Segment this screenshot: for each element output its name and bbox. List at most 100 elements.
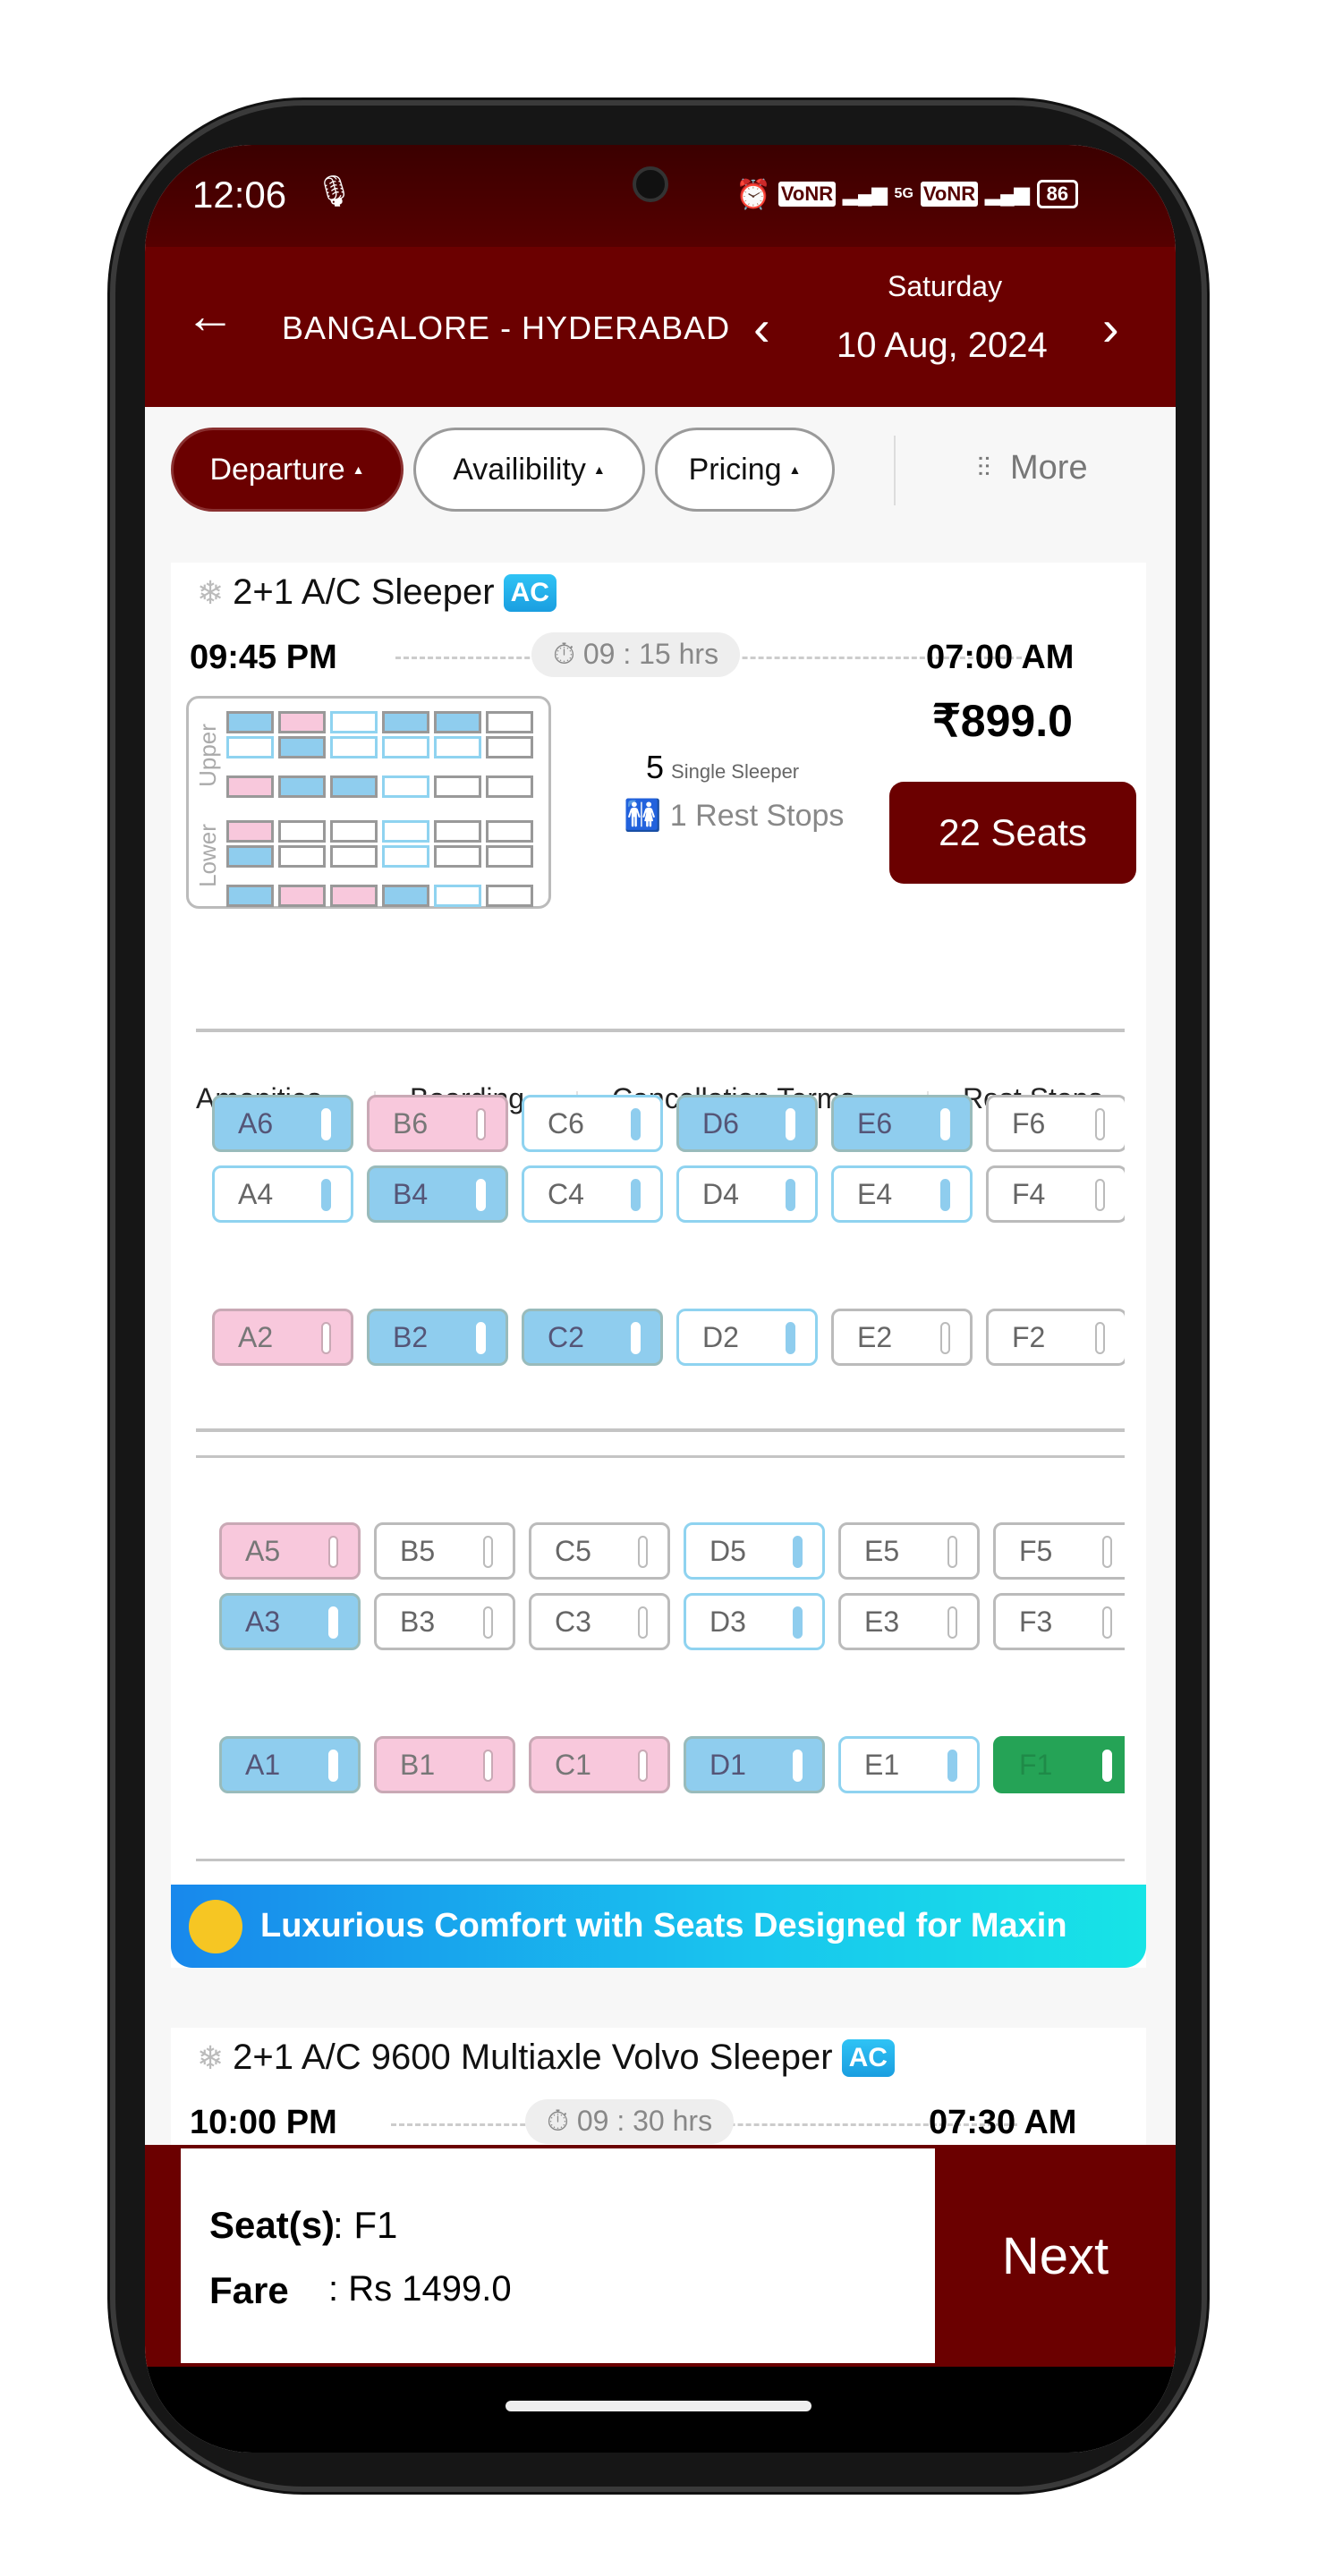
arrival-time: 07:30 AM	[929, 2104, 1077, 2141]
seat-label: D1	[709, 1748, 746, 1781]
seat-B4[interactable]: B4	[367, 1165, 508, 1223]
seat-C2[interactable]: C2	[522, 1309, 663, 1366]
seat-C5[interactable]: C5	[529, 1522, 670, 1580]
pillow-icon	[940, 1179, 950, 1211]
next-button[interactable]: Next	[935, 2145, 1176, 2367]
seat-E2[interactable]: E2	[831, 1309, 973, 1366]
seat-D2[interactable]: D2	[676, 1309, 818, 1366]
seat-D3[interactable]: D3	[684, 1593, 825, 1650]
seat-F3[interactable]: F3	[993, 1593, 1125, 1650]
seat-label: E5	[864, 1534, 900, 1567]
seat-label: A6	[238, 1106, 274, 1140]
seat-B5[interactable]: B5	[374, 1522, 515, 1580]
seats-button[interactable]: 22 Seats	[889, 782, 1136, 884]
mini-seat	[330, 845, 378, 868]
seat-label: E4	[857, 1177, 893, 1210]
seat-label: D6	[702, 1106, 739, 1140]
seat-F5[interactable]: F5	[993, 1522, 1125, 1580]
seat-A5[interactable]: A5	[219, 1522, 361, 1580]
mini-seat	[434, 775, 481, 798]
pillow-icon	[321, 1322, 331, 1354]
seat-B1[interactable]: B1	[374, 1736, 515, 1793]
seat-label: F6	[1012, 1106, 1046, 1140]
restroom-icon: 🚻	[624, 799, 670, 833]
filter-pricing[interactable]: Pricing ▲	[655, 428, 835, 512]
seat-A4[interactable]: A4	[212, 1165, 353, 1223]
pillow-icon	[476, 1108, 486, 1140]
seat-F6[interactable]: F6	[986, 1095, 1125, 1152]
prev-date-chevron-icon[interactable]: ‹	[753, 299, 770, 357]
duration: 09 : 30 hrs	[576, 2105, 713, 2137]
seat-C1[interactable]: C1	[529, 1736, 670, 1793]
seat-C6[interactable]: C6	[522, 1095, 663, 1152]
seat-label: C4	[548, 1177, 584, 1210]
seat-E5[interactable]: E5	[838, 1522, 980, 1580]
pillow-icon	[631, 1322, 641, 1354]
mini-seat	[278, 820, 326, 843]
badge-icon	[189, 1899, 242, 1953]
seat-D4[interactable]: D4	[676, 1165, 818, 1223]
next-date-chevron-icon[interactable]: ›	[1102, 299, 1119, 357]
fare-label: Fare	[209, 2269, 289, 2311]
seat-E6[interactable]: E6	[831, 1095, 973, 1152]
seat-A1[interactable]: A1	[219, 1736, 361, 1793]
mini-seat	[382, 885, 429, 907]
departure-time: 10:00 PM	[190, 2104, 337, 2141]
mini-seat	[486, 820, 533, 843]
seat-label: B3	[400, 1605, 436, 1638]
ac-badge: AC	[503, 573, 557, 612]
home-indicator[interactable]	[506, 2401, 811, 2411]
pillow-icon	[321, 1108, 331, 1140]
sort-triangle-icon: ▲	[592, 462, 606, 477]
seat-B3[interactable]: B3	[374, 1593, 515, 1650]
back-arrow-icon[interactable]: ←	[185, 286, 235, 344]
pillow-icon	[786, 1179, 795, 1211]
seat-B6[interactable]: B6	[367, 1095, 508, 1152]
pillow-icon	[1095, 1108, 1105, 1140]
seat-label: C6	[548, 1106, 584, 1140]
seat-A6[interactable]: A6	[212, 1095, 353, 1152]
seats-value: F1	[353, 2204, 398, 2246]
seat-map-preview[interactable]: Upper Lower	[186, 696, 551, 909]
mini-seat	[330, 820, 378, 843]
filter-departure[interactable]: Departure ▲	[171, 428, 404, 512]
seat-label: B5	[400, 1534, 436, 1567]
duration-chip: ⏱ 09 : 15 hrs	[531, 632, 741, 677]
alarm-icon: ⏰	[735, 178, 771, 210]
summary-panel: Seat(s) : F1 Fare : Rs 1499.0	[181, 2148, 935, 2363]
more-filters-button[interactable]: ⫶⫶ More	[977, 449, 1088, 487]
seat-F4[interactable]: F4	[986, 1165, 1125, 1223]
mini-seat	[226, 736, 274, 758]
seat-C4[interactable]: C4	[522, 1165, 663, 1223]
seat-label: A4	[238, 1177, 274, 1210]
day-label: Saturday	[888, 270, 1003, 302]
seat-D1[interactable]: D1	[684, 1736, 825, 1793]
seat-A3[interactable]: A3	[219, 1593, 361, 1650]
seat-D6[interactable]: D6	[676, 1095, 818, 1152]
mini-seat	[226, 845, 274, 868]
seats-label: Seat(s)	[209, 2204, 336, 2246]
seat-A2[interactable]: A2	[212, 1309, 353, 1366]
rest-stops: 1 Rest Stops	[669, 799, 845, 833]
filter-divider	[894, 436, 896, 505]
mini-seat	[226, 775, 274, 798]
mini-seat	[434, 885, 481, 907]
promo-banner[interactable]: Luxurious Comfort with Seats Designed fo…	[171, 1885, 1146, 1968]
deck-divider	[196, 1455, 1125, 1458]
seat-E3[interactable]: E3	[838, 1593, 980, 1650]
seat-label: D5	[709, 1534, 746, 1567]
seat-E1[interactable]: E1	[838, 1736, 980, 1793]
filter-availability[interactable]: Availibility ▲	[413, 428, 645, 512]
seat-label: E3	[864, 1605, 900, 1638]
seat-label: D3	[709, 1605, 746, 1638]
seat-C3[interactable]: C3	[529, 1593, 670, 1650]
seat-D5[interactable]: D5	[684, 1522, 825, 1580]
pillow-icon	[638, 1536, 648, 1568]
seat-F1[interactable]: F1	[993, 1736, 1125, 1793]
mini-seat	[278, 845, 326, 868]
seat-E4[interactable]: E4	[831, 1165, 973, 1223]
mini-seat	[486, 711, 533, 733]
seat-F2[interactable]: F2	[986, 1309, 1125, 1366]
battery-icon: 86	[1036, 180, 1079, 208]
seat-B2[interactable]: B2	[367, 1309, 508, 1366]
